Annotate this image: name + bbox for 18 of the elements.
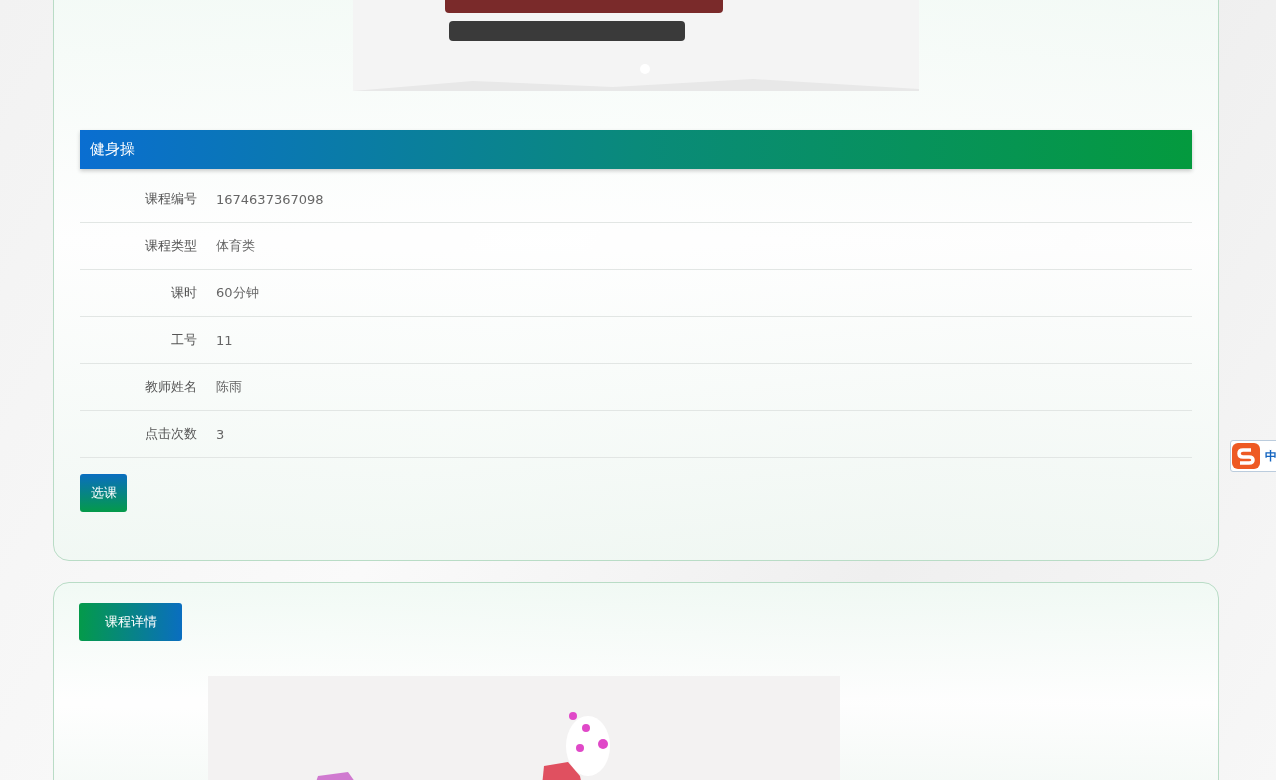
input-mode-label: 中: [1265, 447, 1276, 465]
course-details-button[interactable]: 课程详情: [79, 603, 182, 641]
select-course-button[interactable]: 选课: [80, 474, 127, 512]
field-value: 体育类: [216, 237, 255, 255]
course-title: 健身操: [80, 130, 1192, 169]
logo-icon: [1231, 442, 1261, 470]
field-value: 3: [216, 426, 225, 442]
field-value: 11: [216, 332, 233, 348]
field-value: 1674637367098: [216, 191, 324, 207]
field-value: 60分钟: [216, 284, 259, 302]
field-label: 课程编号: [144, 190, 197, 208]
field-label: 点击次数: [144, 425, 197, 443]
field-value: 陈雨: [216, 378, 242, 396]
ime-toolbar[interactable]: 中: [1230, 440, 1276, 472]
field-label: 课时: [170, 284, 197, 302]
field-label: 工号: [170, 331, 197, 349]
field-label: 课程类型: [144, 237, 197, 255]
field-label: 教师姓名: [144, 378, 197, 396]
